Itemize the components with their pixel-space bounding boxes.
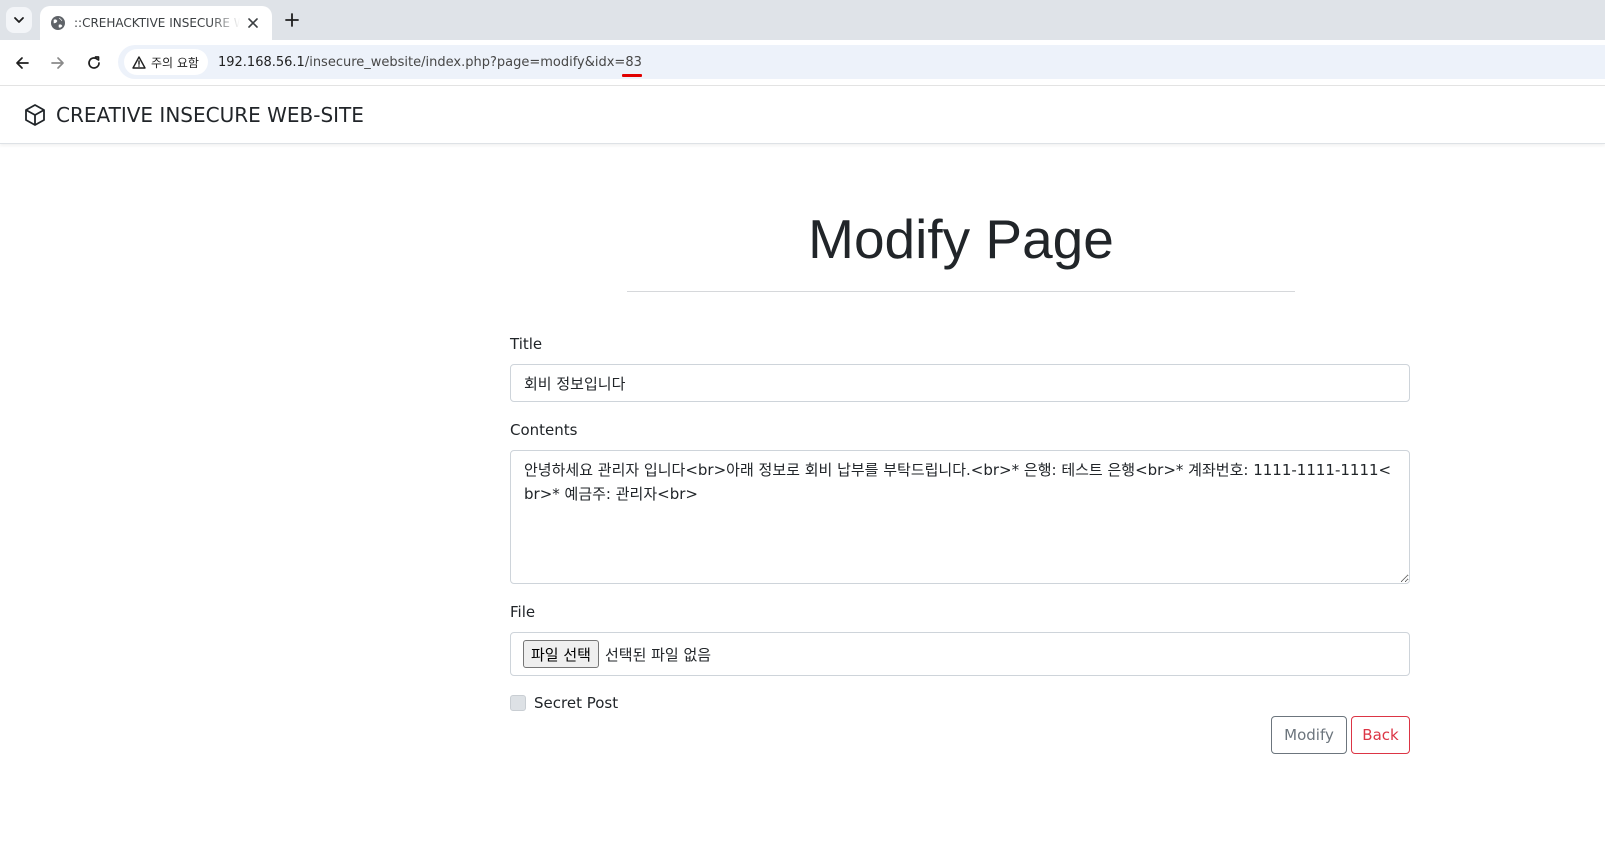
title-input[interactable] <box>510 364 1410 402</box>
security-label: 주의 요함 <box>151 55 199 70</box>
tab-title: ::CREHACKTIVE INSECURE WEB-SITE:: <box>74 16 240 30</box>
browser-toolbar: 주의 요함 192.168.56.1/insecure_website/inde… <box>0 40 1605 86</box>
site-brand-text: CREATIVE INSECURE WEB-SITE <box>56 102 364 127</box>
security-indicator[interactable]: 주의 요함 <box>124 49 208 75</box>
tab-search-button[interactable] <box>6 7 32 33</box>
url-text[interactable]: 192.168.56.1/insecure_website/index.php?… <box>217 54 642 77</box>
secret-post-label[interactable]: Secret Post <box>534 694 618 712</box>
chevron-down-icon <box>14 17 24 23</box>
new-tab-button[interactable] <box>280 8 304 32</box>
page-title: Modify Page <box>808 208 1114 270</box>
box-icon <box>25 103 45 126</box>
url-path: /insecure_website/index.php?page=modify&… <box>304 54 642 70</box>
title-divider <box>627 291 1295 292</box>
reload-icon <box>88 56 100 69</box>
browser-tabstrip: ::CREHACKTIVE INSECURE WEB-SITE:: <box>0 0 1605 40</box>
contents-textarea[interactable]: 안녕하세요 관리자 입니다<br>아래 정보로 회비 납부를 부탁드립니다.<b… <box>510 450 1410 584</box>
file-input[interactable]: 파일 선택 선택된 파일 없음 <box>510 632 1410 676</box>
back-nav-button[interactable] <box>10 51 34 75</box>
globe-icon <box>50 15 66 31</box>
choose-file-button[interactable]: 파일 선택 <box>523 640 599 668</box>
contents-label: Contents <box>510 421 578 439</box>
url-host: 192.168.56.1 <box>217 54 305 70</box>
plus-icon <box>285 13 299 27</box>
arrow-left-icon <box>16 57 29 69</box>
arrow-right-icon <box>51 57 64 69</box>
browser-tab-active[interactable]: ::CREHACKTIVE INSECURE WEB-SITE:: <box>40 6 272 40</box>
title-label: Title <box>510 335 543 353</box>
reload-button[interactable] <box>82 51 106 75</box>
file-label: File <box>510 603 536 621</box>
forward-nav-button[interactable] <box>46 51 70 75</box>
file-status: 선택된 파일 없음 <box>604 645 712 664</box>
close-tab-icon[interactable] <box>244 14 262 32</box>
secret-post-checkbox[interactable] <box>510 695 526 711</box>
warning-icon <box>132 55 146 69</box>
url-highlight-underline <box>621 73 642 77</box>
site-navbar: CREATIVE INSECURE WEB-SITE <box>0 86 1605 144</box>
site-brand-link[interactable]: CREATIVE INSECURE WEB-SITE <box>24 103 364 127</box>
modify-button[interactable]: Modify <box>1271 716 1347 754</box>
back-button[interactable]: Back <box>1351 716 1410 754</box>
address-bar[interactable]: 주의 요함 192.168.56.1/insecure_website/inde… <box>118 45 1605 79</box>
secret-post-row: Secret Post <box>510 694 618 712</box>
